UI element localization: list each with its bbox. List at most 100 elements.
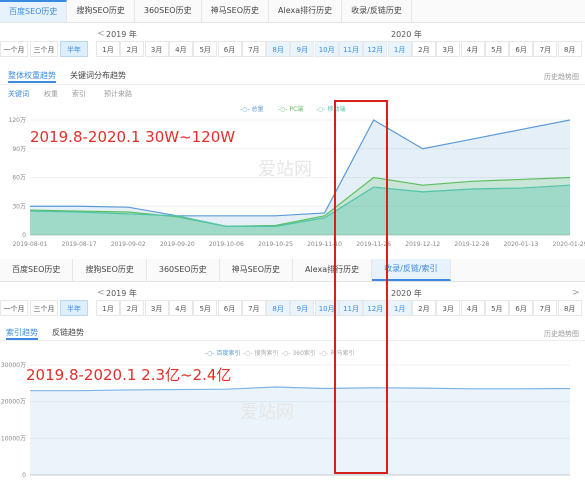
month-button-12[interactable]: 1月 bbox=[387, 41, 412, 57]
month-button-10[interactable]: 11月 bbox=[339, 41, 363, 57]
y-tick-label: 30万 bbox=[12, 203, 26, 210]
month-button-0[interactable]: 1月 bbox=[96, 300, 120, 316]
month-button-14[interactable]: 3月 bbox=[436, 300, 461, 316]
subtab-index-trend[interactable]: 索引趋势 bbox=[6, 327, 38, 340]
middle-tab-bar: 百度SEO历史 搜狗SEO历史 360SEO历史 神马SEO历史 Alexa排行历史 收录… bbox=[0, 259, 585, 282]
subtab-keyword-distribution[interactable]: 关键词分布趋势 bbox=[70, 70, 126, 81]
watermark: 爱站网 bbox=[258, 159, 312, 180]
x-tick-label: 2019-08-17 bbox=[62, 241, 97, 248]
middle-tab-1[interactable]: 搜狗SEO历史 bbox=[73, 259, 147, 281]
range-button-2[interactable]: 半年 bbox=[60, 41, 88, 57]
top-tab-2[interactable]: 360SEO历史 bbox=[135, 0, 202, 22]
top-tab-0[interactable]: 百度SEO历史 bbox=[0, 0, 68, 22]
month-button-5[interactable]: 6月 bbox=[217, 300, 242, 316]
month-button-16[interactable]: 5月 bbox=[484, 41, 509, 57]
filter-3[interactable]: 预计来路 bbox=[104, 89, 132, 99]
x-tick-label: 2019-10-25 bbox=[258, 241, 293, 248]
month-button-7[interactable]: 8月 bbox=[266, 300, 291, 316]
x-tick-label: 2019-08-01 bbox=[13, 241, 48, 248]
month-button-13[interactable]: 2月 bbox=[411, 300, 436, 316]
y-tick-label: 90万 bbox=[12, 146, 26, 153]
month-button-18[interactable]: 7月 bbox=[533, 41, 558, 57]
month-button-5[interactable]: 6月 bbox=[217, 41, 242, 57]
filter-2[interactable]: 索引 bbox=[72, 89, 86, 99]
month-button-6[interactable]: 7月 bbox=[241, 41, 266, 57]
month-button-8[interactable]: 9月 bbox=[290, 300, 315, 316]
filter-0[interactable]: 关键词 bbox=[8, 89, 29, 99]
month-button-7[interactable]: 8月 bbox=[266, 41, 291, 57]
month-button-18[interactable]: 7月 bbox=[533, 300, 558, 316]
history-link-2[interactable]: 历史趋势图 bbox=[544, 329, 579, 339]
month-selector-2: 一个月 三个月 半年 1月 2月 3月 4月 5月 6月 7月 8月 9月 10月 11月 12月 1月 2月 3… bbox=[0, 300, 585, 318]
month-button-17[interactable]: 6月 bbox=[509, 300, 534, 316]
range-button-0[interactable]: 一个月 bbox=[0, 41, 28, 57]
overlay-annotation-2: 2019.8-2020.1 2.3亿~2.4亿 bbox=[26, 366, 232, 384]
y-tick-label: 0 bbox=[22, 472, 26, 479]
y-tick-label: 10000万 bbox=[1, 435, 26, 442]
history-link[interactable]: 历史趋势图 bbox=[544, 72, 579, 82]
month-button-16[interactable]: 5月 bbox=[484, 300, 509, 316]
subtab-backlink-trend[interactable]: 反链趋势 bbox=[52, 327, 84, 338]
x-tick-label: 2020-01-29 bbox=[553, 241, 585, 248]
year-label-left-2: 2019 年 bbox=[106, 289, 137, 298]
month-button-1[interactable]: 2月 bbox=[120, 41, 145, 57]
month-button-15[interactable]: 4月 bbox=[460, 300, 485, 316]
year-label-right: 2020 年 bbox=[391, 30, 422, 39]
month-button-11[interactable]: 12月 bbox=[363, 41, 388, 57]
range-button-0[interactable]: 一个月 bbox=[0, 300, 28, 316]
middle-tab-2[interactable]: 360SEO历史 bbox=[147, 259, 220, 281]
x-tick-label: 2019-12-12 bbox=[405, 241, 440, 248]
month-button-2[interactable]: 3月 bbox=[144, 41, 169, 57]
month-button-3[interactable]: 4月 bbox=[168, 300, 193, 316]
next-year-arrow-2[interactable]: > bbox=[572, 288, 580, 298]
month-button-2[interactable]: 3月 bbox=[144, 300, 169, 316]
x-tick-label: 2019-10-06 bbox=[209, 241, 244, 248]
middle-tab-3[interactable]: 神马SEO历史 bbox=[220, 259, 294, 281]
month-button-1[interactable]: 2月 bbox=[120, 300, 145, 316]
prev-year-arrow[interactable]: < bbox=[97, 29, 105, 39]
area-0 bbox=[30, 387, 570, 475]
range-button-1[interactable]: 三个月 bbox=[30, 300, 58, 316]
x-tick-label: 2020-01-13 bbox=[503, 241, 538, 248]
range-button-1[interactable]: 三个月 bbox=[30, 41, 58, 57]
top-tab-1[interactable]: 搜狗SEO历史 bbox=[67, 0, 135, 22]
month-button-3[interactable]: 4月 bbox=[168, 41, 193, 57]
y-tick-label: 30000万 bbox=[1, 362, 26, 369]
watermark-2: 爱站网 bbox=[240, 402, 294, 423]
top-tab-3[interactable]: 神马SEO历史 bbox=[202, 0, 270, 22]
x-tick-label: 2019-09-20 bbox=[160, 241, 195, 248]
y-tick-label: 120万 bbox=[9, 117, 26, 124]
highlight-box bbox=[334, 100, 388, 474]
range-button-2[interactable]: 半年 bbox=[60, 300, 88, 316]
prev-year-arrow-2[interactable]: < bbox=[97, 288, 105, 298]
year-label-right-2: 2020 年 bbox=[391, 289, 422, 298]
y-tick-label: 0 bbox=[22, 232, 26, 239]
subtab-overall-weight[interactable]: 整体权重趋势 bbox=[8, 70, 56, 83]
x-tick-label: 2019-09-02 bbox=[111, 241, 146, 248]
month-button-19[interactable]: 8月 bbox=[557, 300, 582, 316]
month-button-4[interactable]: 5月 bbox=[193, 300, 218, 316]
divider bbox=[0, 84, 585, 85]
top-tab-4[interactable]: Alexa排行历史 bbox=[269, 0, 343, 22]
month-selector: 一个月 三个月 半年 1月 2月 3月 4月 5月 6月 7月 8月 9月 10月 11月 12月 1月 2月 3… bbox=[0, 41, 585, 59]
y-tick-label: 20000万 bbox=[1, 399, 26, 406]
month-button-9[interactable]: 10月 bbox=[314, 41, 339, 57]
month-button-6[interactable]: 7月 bbox=[241, 300, 266, 316]
filter-1[interactable]: 权重 bbox=[44, 89, 58, 99]
top-tab-bar: 百度SEO历史 搜狗SEO历史 360SEO历史 神马SEO历史 Alexa排行历史 收录… bbox=[0, 0, 585, 23]
month-button-4[interactable]: 5月 bbox=[193, 41, 218, 57]
middle-tab-0[interactable]: 百度SEO历史 bbox=[0, 259, 74, 281]
month-button-0[interactable]: 1月 bbox=[96, 41, 120, 57]
month-button-15[interactable]: 4月 bbox=[460, 41, 485, 57]
month-button-13[interactable]: 2月 bbox=[411, 41, 436, 57]
month-button-14[interactable]: 3月 bbox=[436, 41, 461, 57]
month-button-17[interactable]: 6月 bbox=[509, 41, 534, 57]
month-button-12[interactable]: 1月 bbox=[387, 300, 412, 316]
y-tick-label: 60万 bbox=[12, 175, 26, 182]
top-tab-5[interactable]: 收录/反链历史 bbox=[342, 0, 412, 22]
overlay-annotation-1: 2019.8-2020.1 30W~120W bbox=[30, 128, 236, 146]
x-tick-label: 2019-12-28 bbox=[454, 241, 489, 248]
month-button-8[interactable]: 9月 bbox=[290, 41, 315, 57]
year-label-left: 2019 年 bbox=[106, 30, 137, 39]
month-button-19[interactable]: 8月 bbox=[557, 41, 582, 57]
